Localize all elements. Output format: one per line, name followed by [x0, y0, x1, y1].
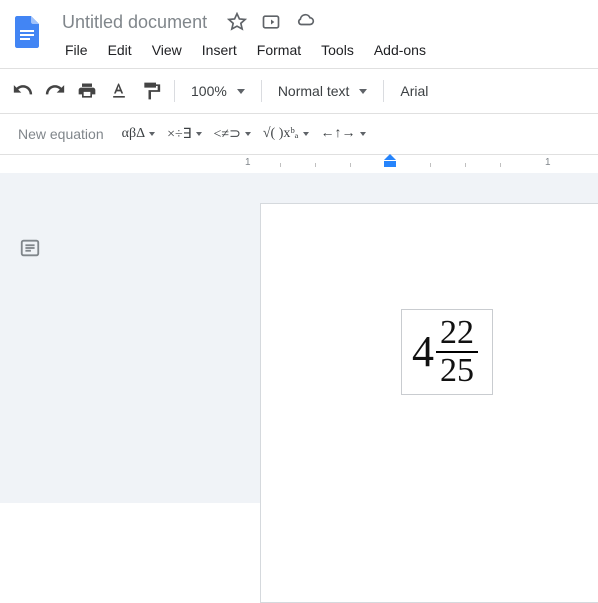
separator [261, 80, 262, 102]
docs-logo[interactable] [8, 8, 46, 56]
arrows-label: ←↑→ [321, 126, 356, 142]
equation-toolbar: New equation αβΔ ×÷∃ <≠⊃ √( )xᵇₐ ←↑→ [0, 114, 598, 154]
relations-dropdown[interactable]: <≠⊃ [214, 126, 251, 143]
arrows-dropdown[interactable]: ←↑→ [321, 126, 366, 142]
relations-label: <≠⊃ [214, 126, 241, 143]
equation-numerator: 22 [436, 316, 478, 351]
spellcheck-button[interactable] [104, 76, 134, 106]
chevron-down-icon [196, 132, 202, 136]
undo-button[interactable] [8, 76, 38, 106]
paint-format-button[interactable] [136, 76, 166, 106]
menu-format[interactable]: Format [248, 38, 310, 62]
chevron-down-icon [245, 132, 251, 136]
greek-letters-label: αβΔ [122, 126, 145, 142]
document-canvas: 4 22 25 [0, 173, 598, 503]
math-operations-dropdown[interactable]: √( )xᵇₐ [263, 126, 309, 142]
zoom-value: 100% [191, 83, 227, 99]
print-button[interactable] [72, 76, 102, 106]
ruler-mark: 1 [545, 157, 551, 168]
chevron-down-icon [237, 89, 245, 94]
font-dropdown[interactable]: Arial [392, 76, 436, 106]
ruler-container: 1 1 [0, 154, 598, 173]
separator [174, 80, 175, 102]
misc-operations-dropdown[interactable]: ×÷∃ [167, 126, 201, 143]
menubar: File Edit View Insert Format Tools Add-o… [56, 36, 435, 68]
redo-button[interactable] [40, 76, 70, 106]
document-page[interactable]: 4 22 25 [260, 203, 598, 603]
horizontal-ruler[interactable]: 1 1 [260, 155, 598, 173]
move-icon[interactable] [261, 12, 281, 32]
equation-fraction: 22 25 [436, 316, 478, 388]
chevron-down-icon [359, 89, 367, 94]
chevron-down-icon [360, 132, 366, 136]
main-toolbar: 100% Normal text Arial [0, 69, 598, 113]
document-title[interactable]: Untitled document [56, 12, 213, 33]
menu-insert[interactable]: Insert [193, 38, 246, 62]
math-operations-label: √( )xᵇₐ [263, 126, 299, 142]
cloud-status-icon[interactable] [295, 12, 315, 32]
greek-letters-dropdown[interactable]: αβΔ [122, 126, 155, 142]
new-equation-button[interactable]: New equation [12, 122, 110, 146]
font-value: Arial [400, 83, 428, 99]
paragraph-style-dropdown[interactable]: Normal text [270, 76, 376, 106]
chevron-down-icon [303, 132, 309, 136]
menu-tools[interactable]: Tools [312, 38, 363, 62]
misc-operations-label: ×÷∃ [167, 126, 191, 143]
star-icon[interactable] [227, 12, 247, 32]
zoom-dropdown[interactable]: 100% [183, 76, 253, 106]
outline-toggle-button[interactable] [15, 233, 45, 263]
ruler-mark: 1 [245, 157, 251, 168]
equation-denominator: 25 [436, 353, 478, 388]
menu-edit[interactable]: Edit [99, 38, 141, 62]
chevron-down-icon [149, 132, 155, 136]
equation-box[interactable]: 4 22 25 [401, 309, 493, 395]
menu-addons[interactable]: Add-ons [365, 38, 435, 62]
menu-file[interactable]: File [56, 38, 97, 62]
separator [383, 80, 384, 102]
paragraph-style-value: Normal text [278, 83, 350, 99]
equation-whole: 4 [412, 330, 434, 374]
menu-view[interactable]: View [143, 38, 191, 62]
